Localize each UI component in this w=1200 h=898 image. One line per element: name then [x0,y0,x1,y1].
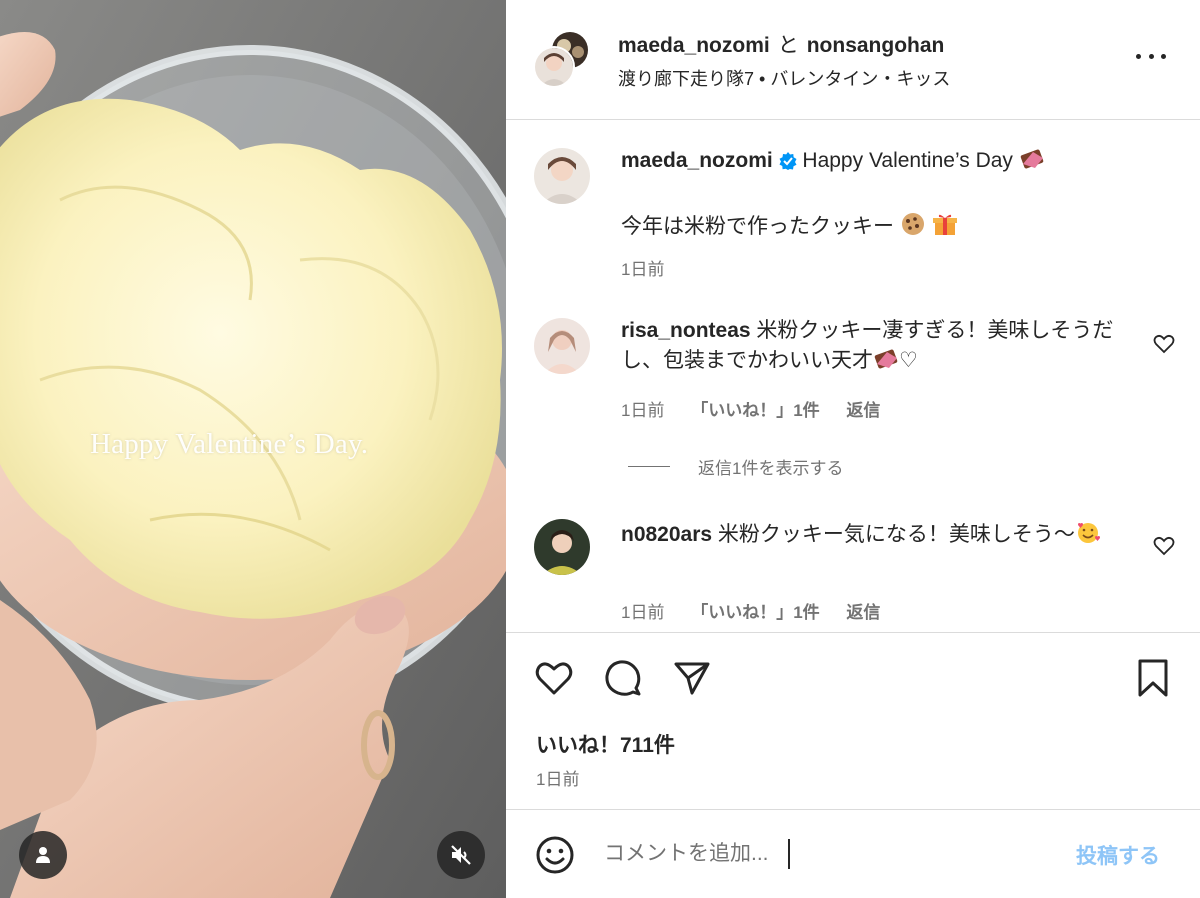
comment-text: n0820ars 米粉クッキー気になる！美味しそう〜 [621,520,1131,550]
comment-icon [605,660,641,696]
share-icon [674,662,710,695]
person-icon [36,847,50,863]
comment-timestamp[interactable]: 1日前 [621,603,664,622]
ellipsis-dot [1148,53,1154,59]
caption-line2: 今年は米粉で作ったクッキー [621,210,958,240]
reply-button[interactable]: 返信 [846,603,880,622]
comment-username[interactable]: risa_nonteas [621,319,751,342]
text-caret [788,839,790,869]
comment-composer: 投稿する [506,810,1200,898]
comment-likes[interactable]: 「いいね！」1件 [691,401,819,420]
like-button[interactable] [533,657,575,699]
ellipsis-icon [1136,53,1141,59]
post-timestamp[interactable]: 1日前 [536,765,579,790]
comment-meta: 1日前 「いいね！」1件 返信 [621,598,902,623]
smiley-icon[interactable] [534,834,576,876]
post-media[interactable]: Happy Valentine’s Day. [0,0,506,898]
comment-avatar-n0820ars[interactable] [534,519,590,575]
view-replies-label: 返信1件を表示する [698,459,844,478]
smiling-face-with-hearts-emoji [1077,523,1100,543]
more-options-button[interactable] [1136,46,1166,66]
verified-badge-icon [779,152,797,170]
post-panel: maeda_nozomi と nonsangohan 渡り廊下走り隊7 • バレンタ… [506,0,1200,898]
comment-timestamp[interactable]: 1日前 [621,401,664,420]
bookmark-icon [1138,659,1168,697]
view-replies-button[interactable]: 返信1件を表示する [628,454,843,479]
post-comment-button[interactable]: 投稿する [1076,840,1160,870]
reply-button[interactable]: 返信 [846,401,880,420]
comment-input[interactable] [604,836,1044,872]
replies-line [628,466,670,467]
header-user2-link[interactable]: nonsangohan [807,34,945,57]
heart-icon [535,662,573,695]
comment-body: 米粉クッキー気になる！美味しそう〜 [717,523,1075,546]
post-actions: いいね！711件 1日前 [506,632,1200,810]
post-header: maeda_nozomi と nonsangohan 渡り廊下走り隊7 • バレンタ… [506,0,1200,120]
comment-meta: 1日前 「いいね！」1件 返信 [621,396,902,421]
likes-count[interactable]: いいね！711件 [536,729,675,759]
save-button[interactable] [1132,657,1174,699]
chocolate-emoji [1020,149,1043,169]
ellipsis-dot [1161,53,1166,59]
caption-username[interactable]: maeda_nozomi [621,149,773,172]
comment-like-heart-icon[interactable] [1152,534,1176,558]
audio-track-link[interactable]: 渡り廊下走り隊7 • バレンタイン・キッス [618,65,950,91]
share-button[interactable] [671,657,713,699]
chocolate-emoji [874,349,898,369]
comment-tail: ♡ [899,349,918,372]
comment-avatar-risa[interactable] [534,318,590,374]
comment-button[interactable] [602,657,644,699]
header-conjunction: と [777,34,799,57]
comments-list[interactable]: maeda_nozomi Happy Valentine’s Day 今年は米粉… [506,120,1200,632]
tagged-users-button[interactable] [19,831,67,879]
mute-button[interactable] [437,831,485,879]
caption-timestamp[interactable]: 1日前 [621,255,664,280]
avatar-maeda-nozomi[interactable] [533,46,575,88]
media-overlay-text: Happy Valentine’s Day. [90,428,369,460]
cookie-emoji [901,213,924,235]
speaker-muted-icon [451,845,471,865]
comment-username[interactable]: n0820ars [621,523,712,546]
comment-like-heart-icon[interactable] [1152,332,1176,356]
caption-text: maeda_nozomi Happy Valentine’s Day [621,146,1161,176]
caption-avatar[interactable] [534,148,590,204]
gift-emoji [932,214,957,235]
caption-line1: Happy Valentine’s Day [802,149,1013,172]
comment-likes[interactable]: 「いいね！」1件 [691,603,819,622]
header-usernames: maeda_nozomi と nonsangohan [618,29,944,59]
caption-line2-text: 今年は米粉で作ったクッキー [621,215,894,238]
header-user1-link[interactable]: maeda_nozomi [618,34,770,57]
comment-text: risa_nonteas 米粉クッキー凄すぎる！美味しそうだし、包装までかわいい… [621,316,1131,376]
